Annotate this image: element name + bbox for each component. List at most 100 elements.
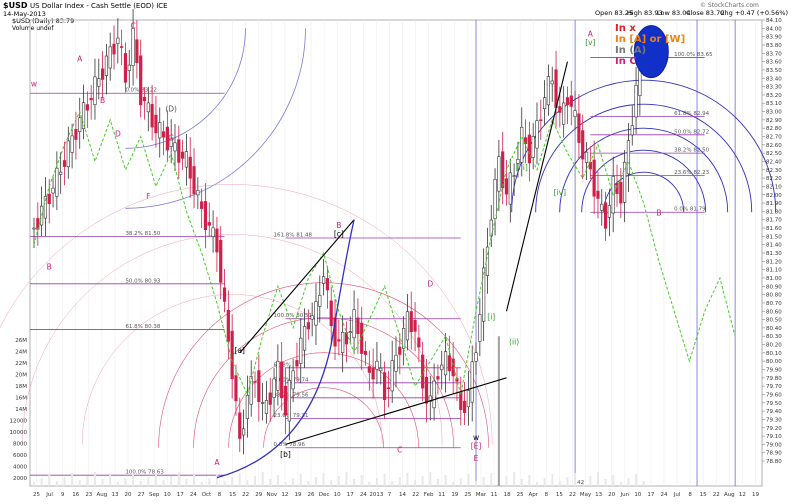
volume-bar [596,472,599,486]
y-tick-label: 79.30 [766,417,782,423]
x-tick-label: 26 [308,492,315,498]
fib-right-label: 38.2% 82.50 [674,148,709,154]
y-tick-label: 82.80 [766,126,782,132]
volume-bar [261,472,264,486]
volume-bar [414,480,417,486]
wave-label: (D) [165,105,177,114]
y-tick-label: 79.40 [766,409,782,415]
x-tick-label: 23 [85,492,92,498]
volume-bar [71,473,74,486]
bottom-number: 42 [577,480,584,486]
candle-body [508,172,512,205]
candle-body [200,201,204,209]
x-tick-label: 25 [33,492,40,498]
x-tick-label: 7 [388,492,392,498]
candle-body [565,97,570,106]
y-tick-label: 81.60 [766,226,782,232]
candle-body [280,361,284,399]
volume-tick-label: 6000 [13,453,27,459]
candle-body [592,159,596,197]
x-tick-label: 2013 [369,492,383,498]
candle-body [550,80,554,85]
wave-label: E [474,454,479,463]
y-tick-label: 80.30 [766,334,782,340]
candle-body [299,337,303,364]
candle-body [62,160,67,167]
candle-body [474,352,478,362]
volume-bar [223,481,226,486]
volume-tick-label: 12000 [10,419,28,425]
y-tick-label: 83.70 [766,51,782,57]
candle-body [177,139,181,163]
x-tick-label: Jun [619,492,629,498]
y-tick-label: 83.60 [766,60,782,66]
candle-body [382,372,387,401]
x-tick-label: 14 [399,492,406,498]
candle-body [219,239,223,283]
volume-tick-label: 18M [15,384,27,390]
candle-body [146,102,150,113]
candle-body [462,400,467,413]
volume-tick-label: 4000 [13,465,27,471]
y-tick-label: 81.80 [766,209,782,215]
volume-tick-label: 8000 [13,442,27,448]
volume-bar [528,475,531,486]
x-tick-label: 15 [229,492,236,498]
x-tick-label: Nov [266,492,277,498]
y-tick-label: 83.00 [766,110,782,116]
volume-bar [505,476,508,486]
y-tick-label: 82.00 [766,193,782,199]
volume-bar [574,473,577,486]
candle-body [482,267,486,322]
y-tick-label: 83.50 [766,68,782,74]
x-tick-label: Dec [319,492,330,498]
y-tick-label: 81.90 [766,201,782,207]
volume-bar [314,477,317,486]
candle-body [634,84,638,118]
volume-tick-label: 2000 [13,476,27,482]
fib-left-label: 100.0% 78.63 [125,470,164,476]
candle-body [603,202,608,229]
candle-body [184,151,189,168]
volume-bar [368,482,371,486]
candle-body [272,378,276,398]
candle-body [59,171,63,175]
y-tick-label: 80.40 [766,326,782,332]
candle-body [283,385,288,416]
candle-body [363,350,368,355]
x-tick-label: 19 [752,492,759,498]
candle-body [66,140,70,168]
candle-body [600,203,604,211]
volume-bar [391,481,394,486]
candle-body [181,151,185,159]
candle-body [97,78,101,87]
chart-title: US Dollar Index - Cash Settle (EOD) ICE [30,2,168,10]
candle-body [93,76,97,105]
price-chart: $USD US Dollar Index - Cash Settle (EOD)… [0,0,800,500]
volume-bar [63,477,66,486]
legend-series: $USD (Daily) 83.79 [12,17,74,25]
volume-bar [215,474,218,486]
wave-label: F [146,192,150,201]
candle-body [55,167,59,197]
volume-tick-label: 20M [15,373,27,379]
legend-line-aw: In [A] or [W] [615,34,685,45]
candle-body [253,381,257,383]
fib-mid-label: 161.8% 81.48 [273,233,312,239]
candle-body [619,181,623,204]
candle-body [108,46,112,69]
x-tick-label: 22 [412,492,419,498]
wave-label: [iii] [516,163,528,172]
candle-body [543,97,547,110]
candle-body [497,156,501,192]
volume-bar [170,476,173,486]
volume-bar [429,472,432,486]
volume-bar [452,482,455,486]
x-tick-label: Aug [97,492,108,498]
candle-body [70,135,74,153]
wave-label: G [168,134,174,143]
volume-bar [177,472,180,486]
volume-bar [490,473,493,486]
y-tick-label: 79.50 [766,401,782,407]
candle-body [626,140,631,175]
